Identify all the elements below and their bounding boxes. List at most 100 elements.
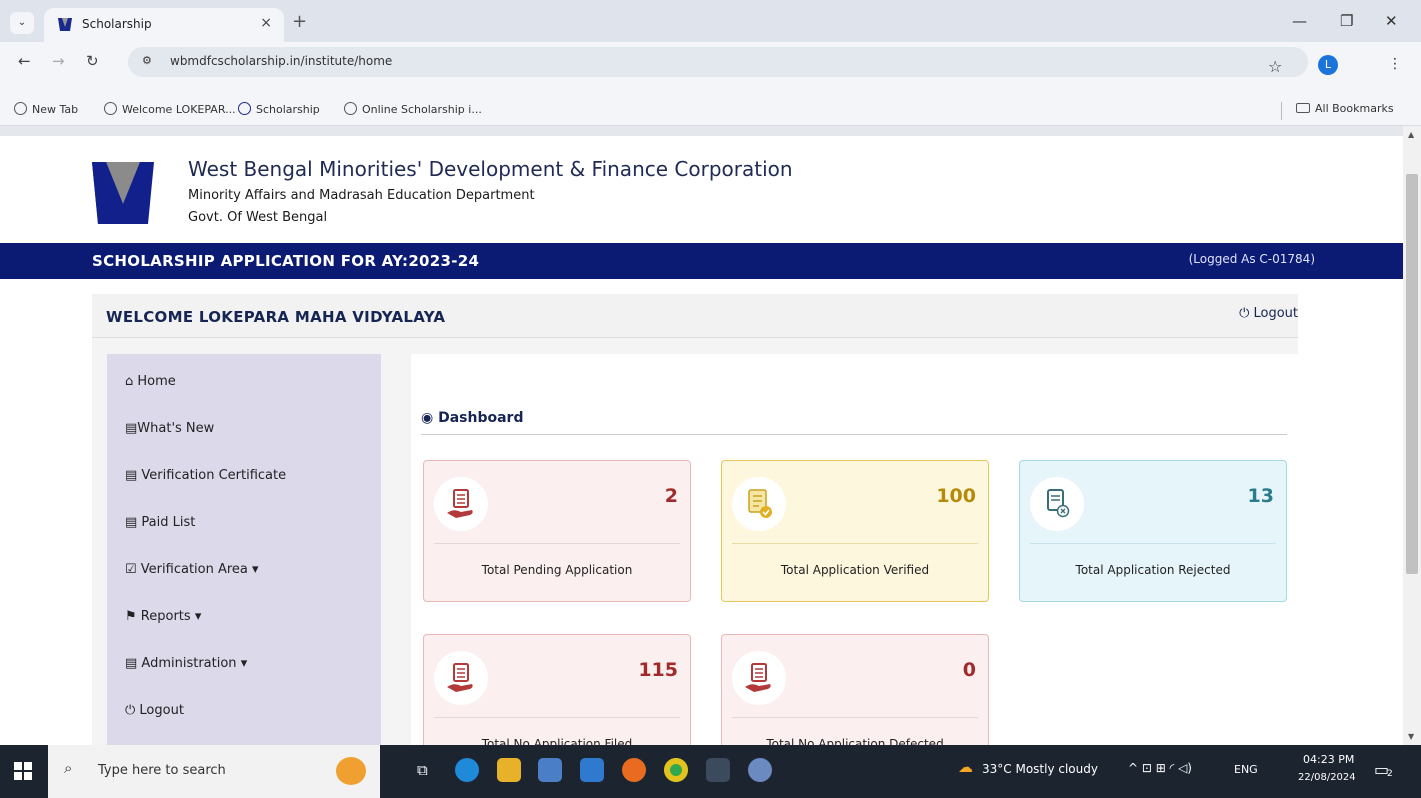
card-divider xyxy=(732,717,978,718)
globe-icon xyxy=(104,102,117,115)
clock-date[interactable]: 22/08/2024 xyxy=(1298,772,1356,783)
windows-start-icon[interactable] xyxy=(14,762,32,780)
web-page: West Bengal Minorities' Development & Fi… xyxy=(0,126,1403,745)
profile-avatar[interactable]: L xyxy=(1318,55,1338,75)
clock-time[interactable]: 04:23 PM xyxy=(1303,753,1354,766)
address-bar[interactable]: ⚙ wbmdfcscholarship.in/institute/home xyxy=(128,47,1308,77)
department-name: Minority Affairs and Madrasah Education … xyxy=(188,188,535,203)
url-text[interactable]: wbmdfcscholarship.in/institute/home xyxy=(170,54,392,68)
defected-label: Total No Application Defected xyxy=(766,737,944,745)
caret-down-icon: ▾ xyxy=(240,656,248,671)
weather-icon[interactable]: ☁ xyxy=(958,758,973,776)
checkbox-icon: ☑ xyxy=(125,562,141,577)
mail-icon[interactable] xyxy=(580,758,604,782)
hand-document-icon xyxy=(434,477,488,531)
sidebar-item-verification-area[interactable]: ☑ Verification Area ▾ xyxy=(125,562,259,577)
card-no-application-defected[interactable]: 0 Total No Application Defected xyxy=(721,634,989,745)
edge-icon[interactable] xyxy=(455,758,479,782)
sidebar-item-administration[interactable]: ▤ Administration ▾ xyxy=(125,656,247,671)
taskbar-search-box[interactable]: ⌕ Type here to search xyxy=(48,745,380,798)
top-strip xyxy=(0,126,1403,136)
scrollbar-thumb[interactable] xyxy=(1406,174,1418,574)
dashboard-divider xyxy=(421,434,1287,435)
document-icon: ▤ xyxy=(125,468,142,483)
card-divider xyxy=(434,717,680,718)
scroll-down-icon[interactable]: ▼ xyxy=(1408,732,1414,741)
bookmark-scholarship[interactable]: Scholarship xyxy=(238,102,320,116)
pending-count: 2 xyxy=(664,485,678,507)
reload-icon[interactable]: ↻ xyxy=(86,52,99,70)
all-bookmarks-button[interactable]: All Bookmarks xyxy=(1296,102,1394,115)
caret-down-icon: ▾ xyxy=(194,609,202,624)
tab-title: Scholarship xyxy=(82,17,152,31)
search-icon: ⌕ xyxy=(64,759,73,777)
system-tray-icons[interactable]: ^ ⊡ ⊞ ◜ ◁) xyxy=(1128,761,1192,775)
folder-icon xyxy=(1296,103,1310,113)
dashboard-icon: ◉ xyxy=(421,410,439,426)
globe-icon xyxy=(344,102,357,115)
forward-icon[interactable]: → xyxy=(52,52,65,70)
site-info-icon[interactable]: ⚙ xyxy=(142,54,152,67)
back-icon[interactable]: ← xyxy=(18,52,31,70)
sidebar-item-logout[interactable]: ⏻ Logout xyxy=(125,703,184,718)
rejected-label: Total Application Rejected xyxy=(1075,563,1231,577)
store-icon[interactable] xyxy=(538,758,562,782)
window-close-icon[interactable]: ✕ xyxy=(1385,12,1398,30)
weather-text[interactable]: 33°C Mostly cloudy xyxy=(982,762,1098,776)
notification-count: 2 xyxy=(1387,769,1393,779)
card-application-verified[interactable]: 100 Total Application Verified xyxy=(721,460,989,602)
document-icon: ▤ xyxy=(125,656,142,671)
card-no-application-filed[interactable]: 115 Total No Application Filed xyxy=(423,634,691,745)
card-pending-application[interactable]: 2 Total Pending Application xyxy=(423,460,691,602)
browser-tab-bar: ⌄ Scholarship × + — ❐ ✕ xyxy=(0,0,1421,42)
file-explorer-icon[interactable] xyxy=(497,758,521,782)
verified-count: 100 xyxy=(936,485,976,507)
card-divider xyxy=(732,543,978,544)
rejected-document-icon xyxy=(1030,477,1084,531)
sidebar-item-home[interactable]: ⌂ Home xyxy=(125,374,176,389)
globe-icon xyxy=(14,102,27,115)
browser-menu-icon[interactable]: ⋮ xyxy=(1388,56,1402,72)
scroll-up-icon[interactable]: ▲ xyxy=(1408,130,1414,139)
search-highlight-icon[interactable] xyxy=(336,757,366,785)
card-divider xyxy=(1030,543,1276,544)
tab-search-button[interactable]: ⌄ xyxy=(10,12,34,34)
page-scrollbar[interactable]: ▲ ▼ xyxy=(1403,126,1421,745)
home-icon: ⌂ xyxy=(125,374,138,389)
tab-close-icon[interactable]: × xyxy=(260,15,272,31)
org-title: West Bengal Minorities' Development & Fi… xyxy=(188,157,793,181)
sidebar-item-reports[interactable]: ⚑ Reports ▾ xyxy=(125,609,201,624)
new-tab-button[interactable]: + xyxy=(292,11,307,32)
language-indicator[interactable]: ENG xyxy=(1234,763,1258,776)
sidebar: ⌂ Home ▤What's New ▤ Verification Certif… xyxy=(107,354,381,745)
bookmark-star-icon[interactable]: ☆ xyxy=(1268,57,1282,76)
minimize-icon[interactable]: — xyxy=(1292,12,1307,30)
dashboard-title: ◉ Dashboard xyxy=(421,410,524,426)
chrome-icon[interactable] xyxy=(664,758,688,782)
card-divider xyxy=(434,543,680,544)
restore-icon[interactable]: ❐ xyxy=(1340,12,1353,30)
verified-label: Total Application Verified xyxy=(780,563,930,577)
defected-count: 0 xyxy=(962,659,976,681)
paint-icon[interactable] xyxy=(748,758,772,782)
sidebar-item-whats-new[interactable]: ▤What's New xyxy=(125,421,214,436)
bookmark-welcome[interactable]: Welcome LOKEPAR... xyxy=(104,102,236,116)
banner-title: SCHOLARSHIP APPLICATION FOR AY:2023-24 xyxy=(92,252,480,270)
sidebar-item-paid-list[interactable]: ▤ Paid List xyxy=(125,515,195,530)
bookmark-online-scholarship[interactable]: Online Scholarship i... xyxy=(344,102,482,116)
calculator-icon[interactable] xyxy=(706,758,730,782)
header-logout-button[interactable]: ⏻ Logout xyxy=(1239,306,1298,321)
bookmarks-divider xyxy=(1281,102,1282,120)
bookmark-new-tab[interactable]: New Tab xyxy=(14,102,78,116)
power-icon: ⏻ xyxy=(125,703,140,718)
sidebar-item-verification-certificate[interactable]: ▤ Verification Certificate xyxy=(125,468,286,483)
government-name: Govt. Of West Bengal xyxy=(188,210,328,225)
firefox-icon[interactable] xyxy=(622,758,646,782)
browser-tab[interactable]: Scholarship × xyxy=(44,8,284,42)
hand-document-icon xyxy=(732,651,786,705)
logged-as-text: (Logged As C-01784) xyxy=(1188,252,1315,266)
card-application-rejected[interactable]: 13 Total Application Rejected xyxy=(1019,460,1287,602)
task-view-icon[interactable]: ⧉ xyxy=(417,761,428,779)
hand-document-icon xyxy=(434,651,488,705)
filed-count: 115 xyxy=(638,659,678,681)
